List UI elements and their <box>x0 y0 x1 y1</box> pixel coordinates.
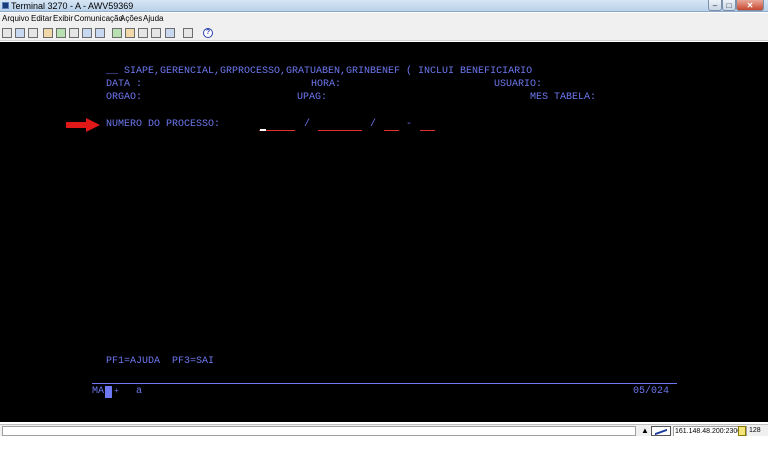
pf-keys-hint: PF1=AJUDA PF3=SAI <box>106 356 215 367</box>
oia-indicator <box>105 386 112 398</box>
lock-icon <box>738 426 746 436</box>
oia-mode: MA <box>92 386 105 397</box>
processo-field-4[interactable] <box>420 130 435 131</box>
text-cursor <box>260 129 266 131</box>
oia-plus: + <box>114 387 119 396</box>
record-icon[interactable] <box>125 28 135 38</box>
menu-acoes[interactable]: Ações <box>120 13 142 25</box>
close-button[interactable]: ✕ <box>736 0 764 11</box>
connection-icon <box>651 426 671 436</box>
menu-editar[interactable]: Editar <box>31 13 52 25</box>
macro-icon[interactable] <box>95 28 105 38</box>
hora-label: HORA: <box>311 79 342 90</box>
window-title: Terminal 3270 - A - AWV59369 <box>11 1 134 11</box>
processo-sep-1: / <box>304 119 311 130</box>
processo-sep-3: - <box>406 119 413 130</box>
menu-arquivo[interactable]: Arquivo <box>2 13 29 25</box>
title-bar: Terminal 3270 - A - AWV59369 – □ ✕ <box>0 0 768 12</box>
receive-icon[interactable] <box>183 28 193 38</box>
select-icon[interactable] <box>56 28 66 38</box>
processo-field-3[interactable] <box>384 130 399 131</box>
menu-exibir[interactable]: Exibir <box>53 13 73 25</box>
print-icon[interactable] <box>2 28 12 38</box>
copy-icon[interactable] <box>15 28 25 38</box>
maximize-button[interactable]: □ <box>722 0 736 11</box>
oia-a: a <box>136 386 143 397</box>
cursor-position: 05/024 <box>633 386 670 397</box>
processo-sep-2: / <box>370 119 377 130</box>
toolbar: ? <box>0 25 768 41</box>
play-icon[interactable] <box>138 28 148 38</box>
bottom-margin <box>0 436 768 456</box>
send-icon[interactable] <box>165 28 175 38</box>
usuario-label: USUARIO: <box>494 79 543 90</box>
keyboard-icon[interactable] <box>82 28 92 38</box>
screen-header: __ SIAPE,GERENCIAL,GRPROCESSO,GRATUABEN,… <box>106 66 533 77</box>
minimize-button[interactable]: – <box>708 0 722 11</box>
session-count: 128 <box>749 427 761 434</box>
mes-tabela-label: MES TABELA: <box>530 92 597 103</box>
oia-separator <box>92 383 677 384</box>
menu-ajuda[interactable]: Ajuda <box>143 13 163 25</box>
upag-label: UPAG: <box>297 92 328 103</box>
menu-comunicacao[interactable]: Comunicação <box>74 13 123 25</box>
red-arrow-icon <box>66 118 100 132</box>
terminal-app-icon <box>2 2 9 9</box>
status-bar: ▲ 161.148.48.200:23000 128 <box>0 424 768 438</box>
data-label: DATA : <box>106 79 143 90</box>
stop-icon[interactable] <box>151 28 161 38</box>
transfer-icon[interactable] <box>112 28 122 38</box>
menu-bar: Arquivo Editar Exibir Comunicação Ações … <box>0 13 768 25</box>
status-message-area <box>2 426 636 436</box>
cut-icon[interactable] <box>43 28 53 38</box>
processo-field-2[interactable] <box>318 130 362 131</box>
help-icon[interactable]: ? <box>203 28 213 38</box>
options-icon[interactable] <box>69 28 79 38</box>
orgao-label: ORGAO: <box>106 92 143 103</box>
paste-icon[interactable] <box>28 28 38 38</box>
processo-label: NUMERO DO PROCESSO: <box>106 119 221 130</box>
